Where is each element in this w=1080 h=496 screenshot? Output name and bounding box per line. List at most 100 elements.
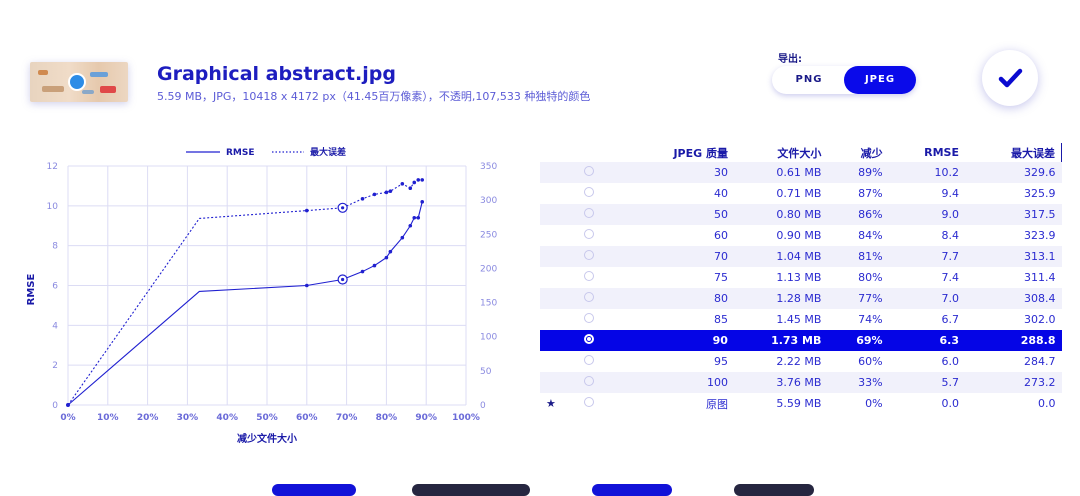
confirm-button[interactable]	[982, 50, 1038, 106]
cell-reduce: 87%	[858, 187, 883, 200]
cell-max-error: 0.0	[1038, 397, 1056, 410]
series-line-max-error	[67, 179, 423, 406]
row-radio[interactable]	[564, 204, 614, 225]
star-marker	[540, 288, 565, 309]
radio-icon[interactable]	[584, 208, 595, 218]
y-left-tick-label: 6	[52, 282, 58, 292]
col-quality: JPEG 质量	[673, 146, 728, 160]
table-row[interactable]: 60 0.90 MB 84% 8.4 323.9	[540, 225, 1062, 246]
format-jpeg-button[interactable]: JPEG	[844, 66, 916, 94]
table-row[interactable]: 95 2.22 MB 60% 6.0 284.7	[540, 351, 1062, 372]
table-row[interactable]: 70 1.04 MB 81% 7.7 313.1	[540, 246, 1062, 267]
radio-icon[interactable]	[584, 313, 595, 323]
highlight-point	[341, 277, 345, 282]
cell-max-error: 323.9	[1024, 229, 1056, 242]
cell-max-error: 325.9	[1024, 187, 1056, 200]
x-tick-label: 50%	[256, 413, 278, 423]
y-right-tick-label: 50	[480, 367, 492, 377]
table-row[interactable]: 50 0.80 MB 86% 9.0 317.5	[540, 204, 1062, 225]
cell-size: 2.22 MB	[776, 355, 822, 368]
radio-icon[interactable]	[584, 355, 595, 365]
data-point	[408, 186, 413, 190]
table-row[interactable]: 40 0.71 MB 87% 9.4 325.9	[540, 183, 1062, 204]
cell-size: 0.61 MB	[733, 162, 828, 183]
data-point	[372, 192, 377, 197]
y-left-tick-label: 8	[52, 242, 58, 252]
cell-reduce: 86%	[827, 204, 889, 225]
cell-quality: 75	[713, 271, 728, 284]
row-radio[interactable]	[564, 330, 614, 351]
series-line-rmse	[67, 201, 423, 406]
row-radio[interactable]	[564, 246, 614, 267]
x-tick-label: 40%	[216, 413, 238, 423]
table-row[interactable]: 85 1.45 MB 74% 6.7 302.0	[540, 309, 1062, 330]
table-row[interactable]: 80 1.28 MB 77% 7.0 308.4	[540, 288, 1062, 309]
radio-icon[interactable]	[584, 187, 595, 197]
export-label: 导出:	[778, 54, 802, 65]
star-marker	[540, 162, 565, 183]
table-row[interactable]: ★ 原图 5.59 MB 0% 0.0 0.0	[540, 393, 1062, 414]
x-axis-label: 减少文件大小	[237, 432, 297, 445]
row-radio[interactable]	[564, 372, 614, 393]
cell-reduce: 81%	[827, 246, 889, 267]
star-marker	[540, 183, 565, 204]
cell-size: 1.13 MB	[776, 271, 822, 284]
y-right-tick-label: 300	[480, 196, 497, 206]
bottom-button-2[interactable]	[412, 484, 530, 496]
data-point	[388, 189, 393, 193]
col-size: 文件大小	[777, 146, 822, 160]
table-row[interactable]: 75 1.13 MB 80% 7.4 311.4	[540, 267, 1062, 288]
row-radio[interactable]	[565, 183, 614, 204]
cell-reduce: 33%	[827, 372, 889, 393]
data-point	[412, 180, 417, 185]
row-radio[interactable]	[565, 225, 614, 246]
radio-icon[interactable]	[584, 292, 595, 302]
bottom-buttons	[0, 484, 1080, 496]
row-radio[interactable]	[564, 288, 614, 309]
table-row[interactable]: 30 0.61 MB 89% 10.2 329.6	[540, 162, 1062, 183]
cell-size: 0.90 MB	[776, 229, 822, 242]
row-radio[interactable]	[565, 351, 614, 372]
row-radio[interactable]	[565, 309, 614, 330]
chart-svg: 0% 10% 20% 30% 40% 50% 60% 70% 80% 90% 100%0246810…	[26, 146, 510, 445]
format-png-button[interactable]: PNG	[774, 66, 844, 94]
cell-size: 5.59 MB	[776, 397, 822, 410]
quality-chart: 0% 10% 20% 30% 40% 50% 60% 70% 80% 90% 100% 0 2 4 6 8 10…	[10, 138, 510, 458]
bottom-button-4[interactable]	[734, 484, 814, 496]
cell-max-error: 329.6	[965, 162, 1062, 183]
bottom-button-1[interactable]	[272, 484, 356, 496]
row-radio[interactable]	[564, 162, 614, 183]
cell-rmse: 7.0	[888, 288, 965, 309]
format-toggle: PNG JPEG	[772, 66, 916, 94]
data-point	[384, 255, 389, 260]
data-point	[408, 223, 413, 228]
star-marker	[540, 246, 565, 267]
cell-quality: 30	[613, 162, 734, 183]
y-right-tick-label: 350	[480, 162, 497, 172]
cell-reduce: 69%	[827, 330, 889, 351]
radio-icon[interactable]	[584, 250, 595, 260]
radio-icon[interactable]	[584, 334, 595, 344]
radio-icon[interactable]	[584, 376, 595, 386]
table-row[interactable]: 100 3.76 MB 33% 5.7 273.2	[540, 372, 1062, 393]
cell-size: 1.45 MB	[776, 313, 822, 326]
cell-rmse: 7.4	[941, 271, 960, 284]
radio-icon[interactable]	[584, 166, 595, 176]
cell-quality: 95	[713, 355, 728, 368]
bottom-button-3[interactable]	[592, 484, 672, 496]
x-tick-label: 60%	[296, 413, 318, 423]
origin-point	[66, 403, 70, 407]
image-thumbnail[interactable]	[30, 62, 128, 102]
data-point	[388, 249, 393, 254]
col-max-error: 最大误差	[965, 143, 1062, 162]
radio-icon[interactable]	[584, 271, 595, 281]
radio-icon[interactable]	[584, 229, 595, 239]
row-radio[interactable]	[565, 267, 614, 288]
row-radio[interactable]	[565, 393, 614, 414]
star-marker	[540, 204, 565, 225]
y-left-tick-label: 2	[52, 361, 58, 371]
quality-table: JPEG 质量 文件大小 减少 RMSE 最大误差 30 0.61 MB 89% 10…	[540, 143, 1062, 414]
cell-size: 0.80 MB	[733, 204, 828, 225]
table-row[interactable]: 90 1.73 MB 69% 6.3 288.8	[540, 330, 1062, 351]
radio-icon[interactable]	[584, 397, 595, 407]
